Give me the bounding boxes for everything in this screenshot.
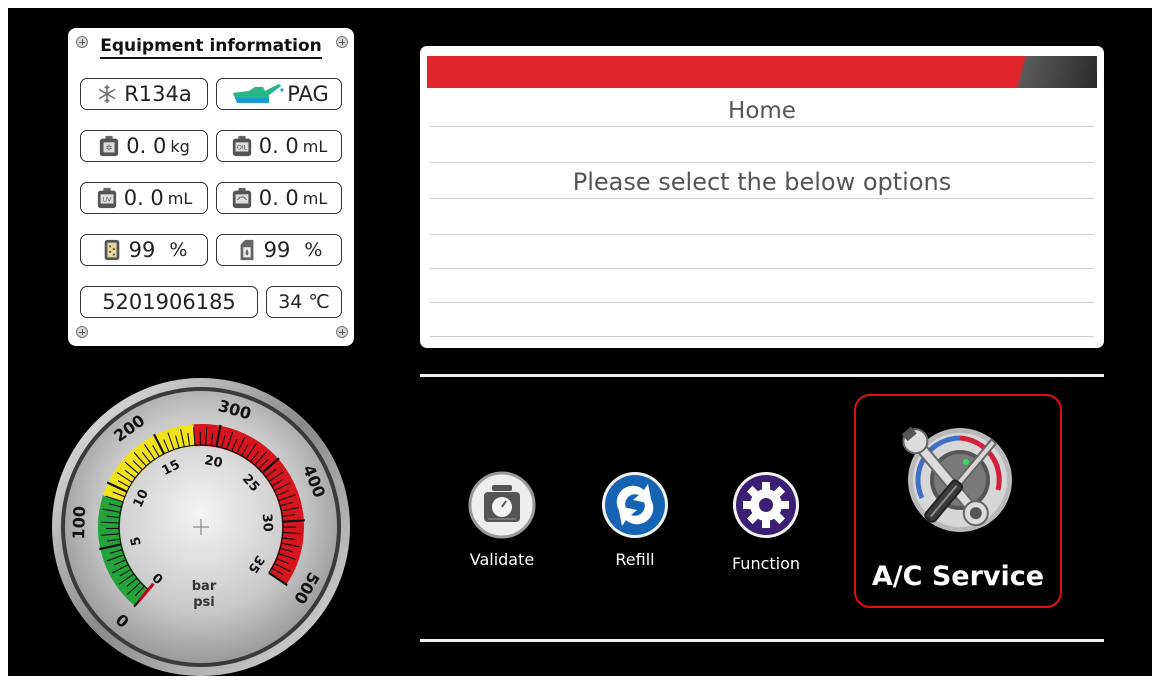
oil-volume-cell: OIL 0. 0 mL (216, 130, 342, 162)
oil-type-cell: PAG (216, 78, 342, 110)
divider (430, 234, 1094, 235)
oil-type: PAG (287, 82, 329, 106)
oil-bottle-level-value: 99 (263, 238, 291, 262)
gauge-bar-label: 30 (259, 513, 275, 532)
refill-label: Refill (615, 550, 655, 569)
gauge-unit-psi: psi (193, 595, 215, 610)
refrigerant-type-cell: R134a (80, 78, 208, 110)
ac-service-tools-icon (901, 426, 1012, 532)
divider (430, 162, 1094, 163)
refrigerant-type: R134a (124, 82, 192, 106)
divider (430, 336, 1094, 337)
waste-oil-volume-cell: 0. 0 mL (216, 182, 342, 214)
refrigerant-weight-unit: kg (170, 136, 190, 156)
gear-icon (733, 472, 799, 538)
svg-text:UV: UV (102, 196, 112, 204)
gauge-unit-bar: bar (192, 579, 217, 594)
screen: Equipment information R134a PAG ✲ 0. 0 k… (8, 8, 1152, 676)
uv-volume-value: 0. 0 (123, 186, 164, 210)
function-label: Function (731, 554, 801, 573)
serial-number-cell: 5201906185 (80, 286, 258, 318)
gauge-psi-label: 100 (69, 506, 89, 540)
waste-oil-scale-icon (232, 187, 251, 209)
divider (430, 302, 1094, 303)
uv-scale-icon: UV (97, 187, 116, 209)
scale-icon (468, 471, 536, 539)
function-button[interactable]: Function (724, 470, 808, 573)
divider (430, 198, 1094, 199)
equipment-info-title: Equipment information (68, 36, 354, 59)
ac-service-button[interactable]: A/C Service (854, 394, 1062, 608)
display-header-bar (427, 56, 1097, 88)
refrigerant-scale-icon: ✲ (100, 135, 119, 157)
screw-icon (336, 326, 348, 338)
filter-level-cell: 99 % (80, 234, 208, 266)
refrigerant-weight-value: 0. 0 (126, 134, 167, 158)
filter-level-value: 99 (128, 238, 156, 262)
separator-top (420, 374, 1104, 377)
refill-arrow-icon (602, 472, 668, 538)
pressure-gauge: 051015 202530350100200300400500 bar psi (52, 378, 350, 676)
display-message: Please select the below options (572, 168, 952, 196)
waste-oil-volume-value: 0. 0 (258, 186, 299, 210)
validate-label: Validate (469, 550, 535, 569)
svg-text:OIL: OIL (236, 144, 247, 152)
oil-bottle-level-cell: 99 % (216, 234, 342, 266)
ac-service-label: A/C Service (871, 561, 1045, 592)
filter-icon (104, 239, 119, 261)
main-display: Home Please select the below options (420, 46, 1104, 348)
validate-button[interactable]: Validate (460, 470, 544, 569)
refrigerant-weight-cell: ✲ 0. 0 kg (80, 130, 208, 162)
display-title: Home (728, 98, 796, 124)
serial-number: 5201906185 (102, 290, 236, 314)
uv-volume-cell: UV 0. 0 mL (80, 182, 208, 214)
waste-oil-volume-unit: mL (302, 188, 328, 208)
oil-can-icon (233, 84, 284, 103)
divider (430, 126, 1094, 127)
divider (430, 268, 1094, 269)
oil-scale-icon: OIL (232, 135, 251, 157)
oil-volume-value: 0. 0 (258, 134, 299, 158)
uv-volume-unit: mL (167, 188, 193, 208)
temperature-cell: 34 ℃ (266, 286, 342, 318)
screw-icon (76, 326, 88, 338)
gauge-tick (282, 519, 305, 523)
oil-bottle-icon (240, 239, 254, 261)
separator-bottom (420, 639, 1104, 642)
equipment-info-panel: Equipment information R134a PAG ✲ 0. 0 k… (68, 28, 354, 346)
oil-volume-unit: mL (302, 136, 328, 156)
filter-level-unit: % (169, 239, 188, 261)
svg-text:✲: ✲ (106, 143, 113, 153)
snowflake-icon (98, 84, 116, 104)
refill-button[interactable]: Refill (593, 470, 677, 569)
oil-bottle-level-unit: % (304, 239, 323, 261)
temperature: 34 ℃ (278, 291, 330, 313)
